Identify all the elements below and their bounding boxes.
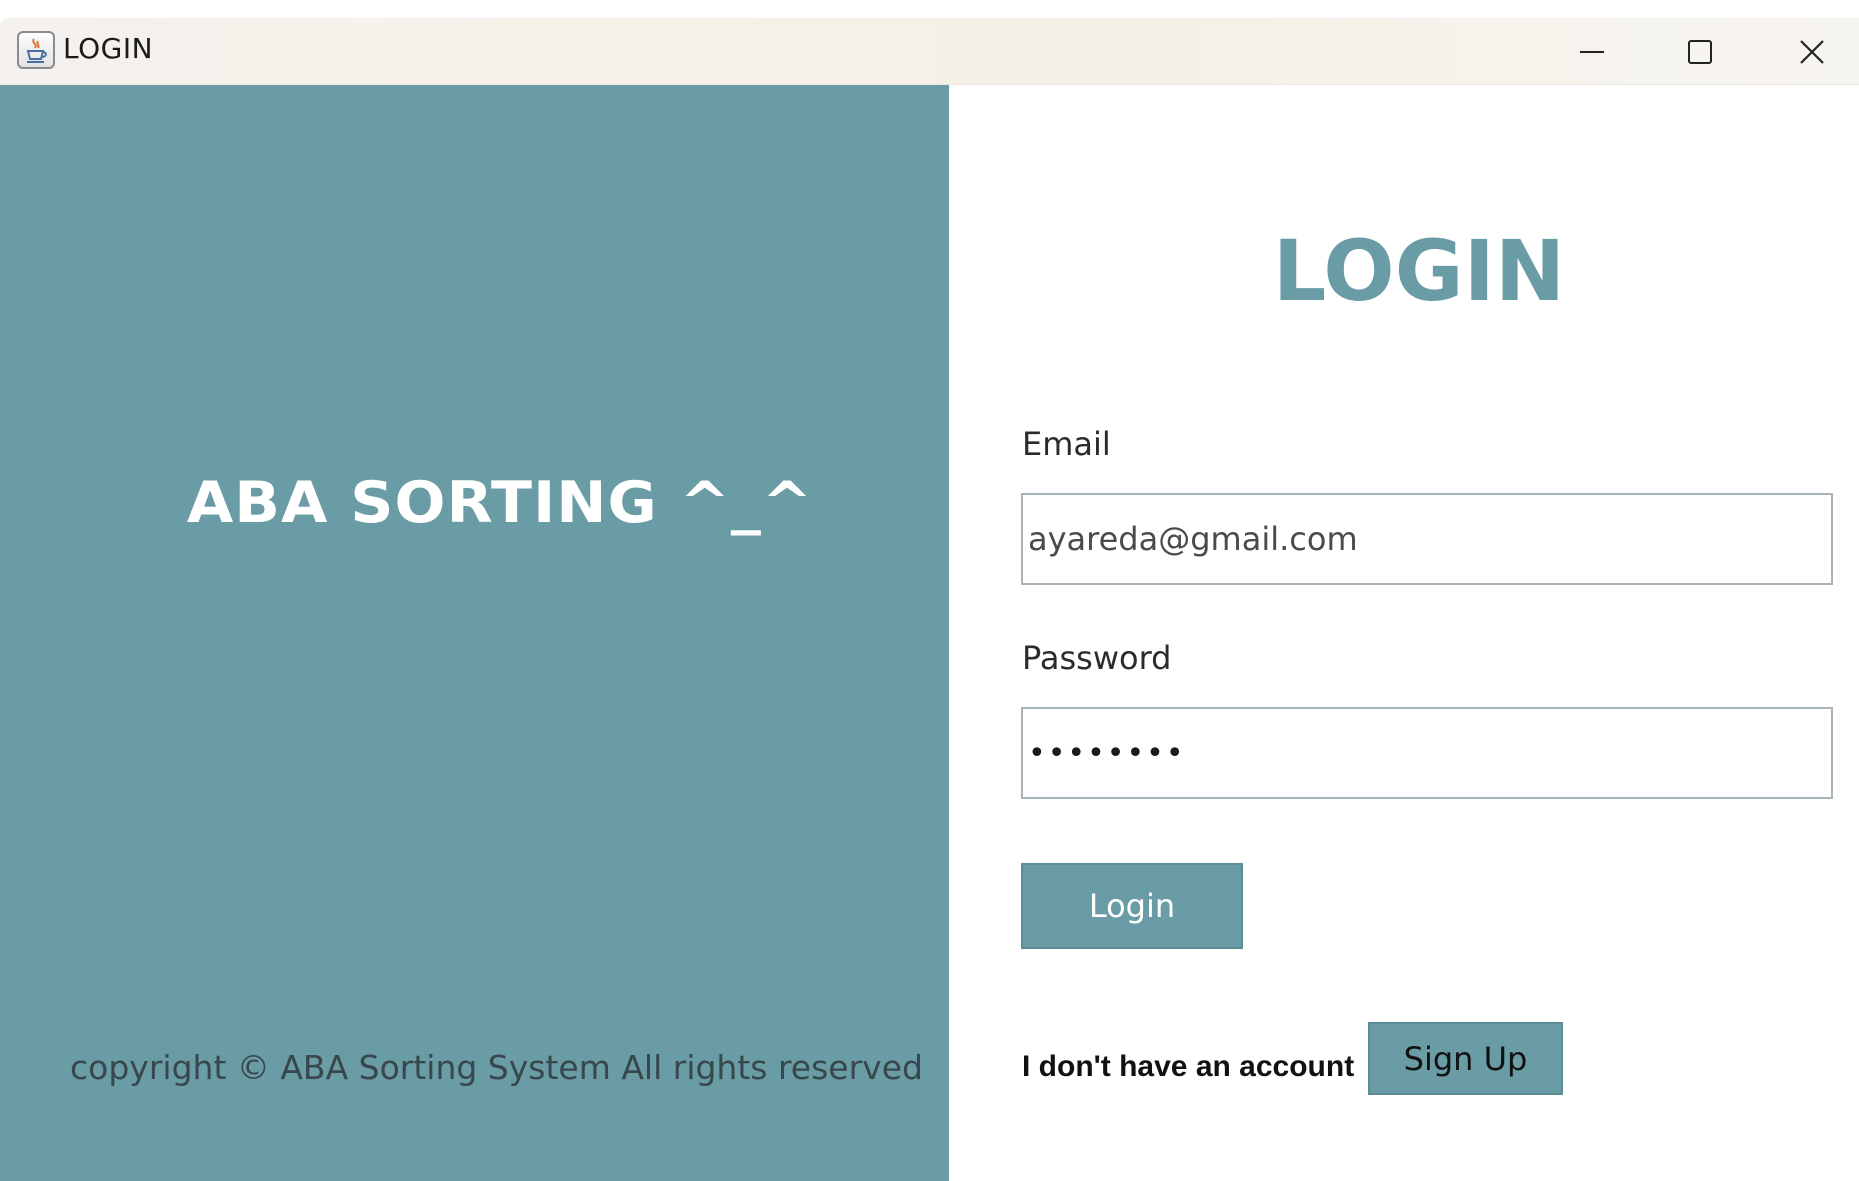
login-form-panel: LOGIN Email Password Login I don't have … bbox=[949, 85, 1859, 1181]
login-button[interactable]: Login bbox=[1021, 863, 1243, 949]
email-field[interactable] bbox=[1021, 493, 1833, 585]
copyright-text: copyright © ABA Sorting System All right… bbox=[70, 1048, 923, 1087]
maximize-icon bbox=[1688, 39, 1712, 64]
minimize-icon bbox=[1580, 50, 1604, 53]
maximize-button[interactable] bbox=[1645, 18, 1755, 85]
window-title: LOGIN bbox=[63, 32, 154, 65]
close-icon bbox=[1800, 39, 1824, 64]
login-window: LOGIN ABA SORTING ^_^ copyright © ABA So… bbox=[0, 18, 1859, 1181]
no-account-label: I don't have an account bbox=[1022, 1050, 1355, 1083]
page-title: LOGIN bbox=[1272, 222, 1566, 320]
brand-title: ABA SORTING ^_^ bbox=[186, 469, 814, 537]
password-label: Password bbox=[1022, 639, 1172, 677]
email-label: Email bbox=[1022, 425, 1111, 463]
minimize-button[interactable] bbox=[1537, 18, 1647, 85]
close-button[interactable] bbox=[1757, 18, 1859, 85]
java-cup-icon bbox=[17, 31, 55, 69]
signup-button[interactable]: Sign Up bbox=[1368, 1022, 1563, 1095]
branding-panel: ABA SORTING ^_^ copyright © ABA Sorting … bbox=[0, 85, 949, 1181]
title-bar[interactable]: LOGIN bbox=[0, 18, 1859, 85]
password-field[interactable] bbox=[1021, 707, 1833, 799]
